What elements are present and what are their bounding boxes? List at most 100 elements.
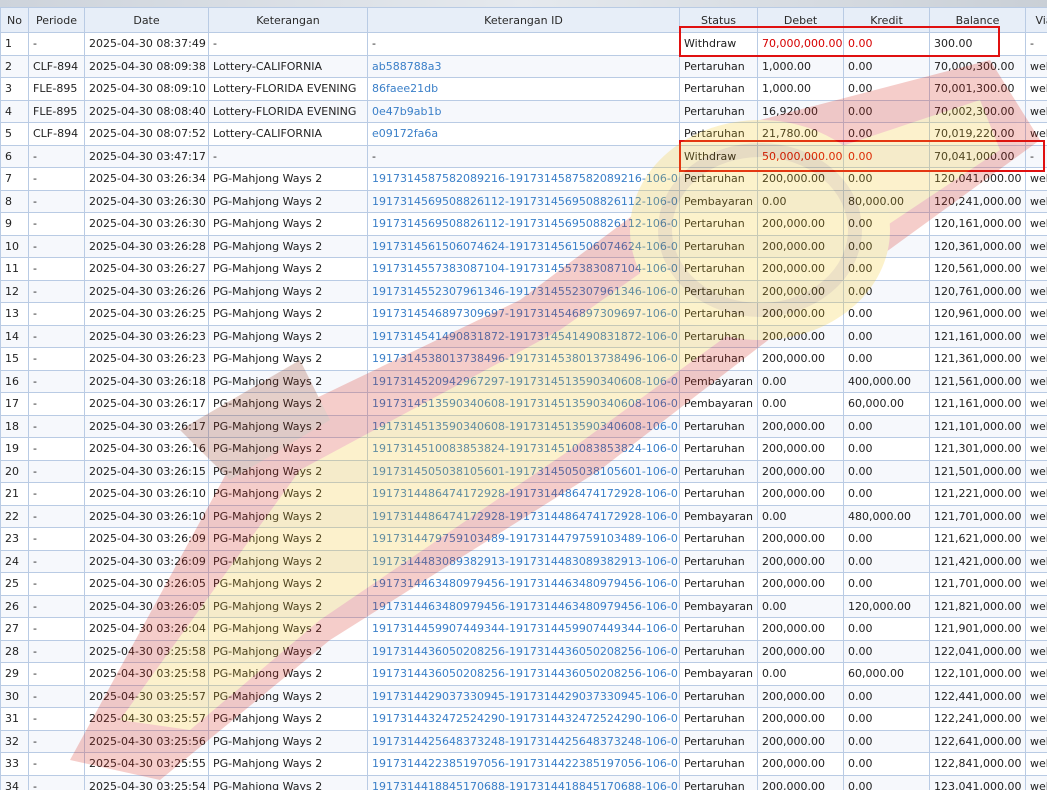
table-row: 14-2025-04-30 03:26:23 PG-Mahjong Ways 21…	[0, 324, 1047, 348]
cell-keterangan: PG-Mahjong Ways 2	[208, 504, 368, 528]
cell-keterangan: -	[208, 144, 368, 168]
cell-via: web	[1025, 122, 1047, 146]
cell-status: Withdraw	[679, 32, 758, 56]
col-header-balance[interactable]: Balance	[929, 7, 1026, 33]
cell-keterangan-id[interactable]: 1917314557383087104-1917314557383087104-…	[367, 257, 680, 281]
cell-kredit: 480,000.00	[843, 504, 930, 528]
cell-via: web	[1025, 617, 1047, 641]
cell-debet: 200,000.00	[757, 347, 844, 371]
cell-kredit: 0.00	[843, 729, 930, 753]
cell-via: web	[1025, 99, 1047, 123]
cell-periode: -	[28, 437, 85, 461]
col-header-keterangan[interactable]: Keterangan	[208, 7, 368, 33]
cell-periode: -	[28, 167, 85, 191]
col-header-keterangan-id[interactable]: Keterangan ID	[367, 7, 680, 33]
table-row: 13-2025-04-30 03:26:25 PG-Mahjong Ways 21…	[0, 302, 1047, 326]
cell-keterangan: Lottery-CALIFORNIA	[208, 54, 368, 78]
table-row: 12-2025-04-30 03:26:26 PG-Mahjong Ways 21…	[0, 279, 1047, 303]
cell-periode: -	[28, 482, 85, 506]
cell-kredit: 0.00	[843, 122, 930, 146]
table-row: 9-2025-04-30 03:26:30 PG-Mahjong Ways 2 19…	[0, 212, 1047, 236]
cell-periode: FLE-895	[28, 99, 85, 123]
cell-keterangan-id[interactable]: 1917314513590340608-1917314513590340608-…	[367, 414, 680, 438]
col-header-via[interactable]: Via	[1025, 7, 1047, 33]
cell-keterangan-id[interactable]: 1917314463480979456-1917314463480979456-…	[367, 572, 680, 596]
cell-kredit: 0.00	[843, 324, 930, 348]
cell-kredit: 60,000.00	[843, 662, 930, 686]
cell-keterangan-id[interactable]: 86faee21db	[367, 77, 680, 101]
cell-keterangan-id[interactable]: 1917314505038105601-1917314505038105601-…	[367, 459, 680, 483]
cell-keterangan-id[interactable]: 1917314486474172928-1917314486474172928-…	[367, 482, 680, 506]
cell-keterangan-id[interactable]: 1917314479759103489-1917314479759103489-…	[367, 527, 680, 551]
cell-no: 15	[0, 347, 29, 371]
cell-no: 3	[0, 77, 29, 101]
cell-keterangan-id[interactable]: 1917314463480979456-1917314463480979456-…	[367, 594, 680, 618]
cell-keterangan: PG-Mahjong Ways 2	[208, 167, 368, 191]
cell-keterangan-id[interactable]: e09172fa6a	[367, 122, 680, 146]
cell-via: web	[1025, 549, 1047, 573]
col-header-status[interactable]: Status	[679, 7, 758, 33]
cell-debet: 16,920.00	[757, 99, 844, 123]
cell-no: 17	[0, 392, 29, 416]
cell-periode: -	[28, 212, 85, 236]
cell-no: 16	[0, 369, 29, 393]
cell-keterangan-id[interactable]: 1917314546897309697-1917314546897309697-…	[367, 302, 680, 326]
cell-keterangan-id[interactable]: 1917314552307961346-1917314552307961346-…	[367, 279, 680, 303]
cell-keterangan-id[interactable]: 1917314436050208256-1917314436050208256-…	[367, 639, 680, 663]
cell-no: 26	[0, 594, 29, 618]
cell-no: 1	[0, 32, 29, 56]
cell-kredit: 80,000.00	[843, 189, 930, 213]
cell-balance: 121,821,000.00	[929, 594, 1026, 618]
cell-status: Pertaruhan	[679, 684, 758, 708]
col-header-debet[interactable]: Debet	[757, 7, 844, 33]
cell-keterangan-id[interactable]: 1917314429037330945-1917314429037330945-…	[367, 684, 680, 708]
cell-keterangan-id[interactable]: 1917314587582089216-1917314587582089216-…	[367, 167, 680, 191]
table-header-row: No Periode Date Keterangan Keterangan ID…	[0, 7, 1047, 33]
cell-via: web	[1025, 684, 1047, 708]
col-header-no[interactable]: No	[0, 7, 29, 33]
cell-debet: 0.00	[757, 594, 844, 618]
cell-keterangan-id[interactable]: 1917314520942967297-1917314513590340608-…	[367, 369, 680, 393]
cell-keterangan-id[interactable]: 1917314432472524290-1917314432472524290-…	[367, 707, 680, 731]
cell-keterangan-id[interactable]: 1917314459907449344-1917314459907449344-…	[367, 617, 680, 641]
cell-periode: -	[28, 234, 85, 258]
col-header-periode[interactable]: Periode	[28, 7, 85, 33]
cell-status: Pembayaran	[679, 594, 758, 618]
col-header-date[interactable]: Date	[84, 7, 209, 33]
cell-keterangan-id[interactable]: 1917314425648373248-1917314425648373248-…	[367, 729, 680, 753]
cell-kredit: 0.00	[843, 774, 930, 790]
cell-status: Pertaruhan	[679, 234, 758, 258]
cell-via: web	[1025, 504, 1047, 528]
cell-via: web	[1025, 572, 1047, 596]
cell-date: 2025-04-30 03:26:10	[84, 482, 209, 506]
cell-balance: 122,101,000.00	[929, 662, 1026, 686]
cell-via: web	[1025, 257, 1047, 281]
table-row-withdraw: 6-2025-04-30 03:47:17- - Withdraw 50,000,00…	[0, 144, 1047, 168]
cell-keterangan-id[interactable]: 1917314561506074624-1917314561506074624-…	[367, 234, 680, 258]
cell-keterangan-id[interactable]: 1917314483089382913-1917314483089382913-…	[367, 549, 680, 573]
cell-kredit: 0.00	[843, 752, 930, 776]
cell-keterangan-id[interactable]: 1917314513590340608-1917314513590340608-…	[367, 392, 680, 416]
cell-keterangan-id[interactable]: 1917314541490831872-1917314541490831872-…	[367, 324, 680, 348]
cell-keterangan-id[interactable]: 1917314569508826112-1917314569508826112-…	[367, 212, 680, 236]
cell-keterangan-id: -	[367, 32, 680, 56]
col-header-kredit[interactable]: Kredit	[843, 7, 930, 33]
cell-balance: 120,241,000.00	[929, 189, 1026, 213]
cell-keterangan-id[interactable]: 1917314510083853824-1917314510083853824-…	[367, 437, 680, 461]
cell-kredit: 0.00	[843, 234, 930, 258]
cell-keterangan-id[interactable]: 1917314436050208256-1917314436050208256-…	[367, 662, 680, 686]
cell-keterangan-id[interactable]: 1917314422385197056-1917314422385197056-…	[367, 752, 680, 776]
cell-keterangan-id[interactable]: 1917314538013738496-1917314538013738496-…	[367, 347, 680, 371]
table-row: 26-2025-04-30 03:26:05 PG-Mahjong Ways 21…	[0, 594, 1047, 618]
cell-balance: 120,161,000.00	[929, 212, 1026, 236]
cell-keterangan-id[interactable]: 1917314418845170688-1917314418845170688-…	[367, 774, 680, 790]
cell-keterangan-id[interactable]: 1917314486474172928-1917314486474172928-…	[367, 504, 680, 528]
cell-keterangan: PG-Mahjong Ways 2	[208, 189, 368, 213]
table-row: 22-2025-04-30 03:26:10 PG-Mahjong Ways 21…	[0, 504, 1047, 528]
cell-no: 12	[0, 279, 29, 303]
cell-keterangan-id[interactable]: 0e47b9ab1b	[367, 99, 680, 123]
cell-keterangan-id[interactable]: ab588788a3	[367, 54, 680, 78]
cell-no: 8	[0, 189, 29, 213]
cell-keterangan-id[interactable]: 1917314569508826112-1917314569508826112-…	[367, 189, 680, 213]
cell-periode: -	[28, 549, 85, 573]
